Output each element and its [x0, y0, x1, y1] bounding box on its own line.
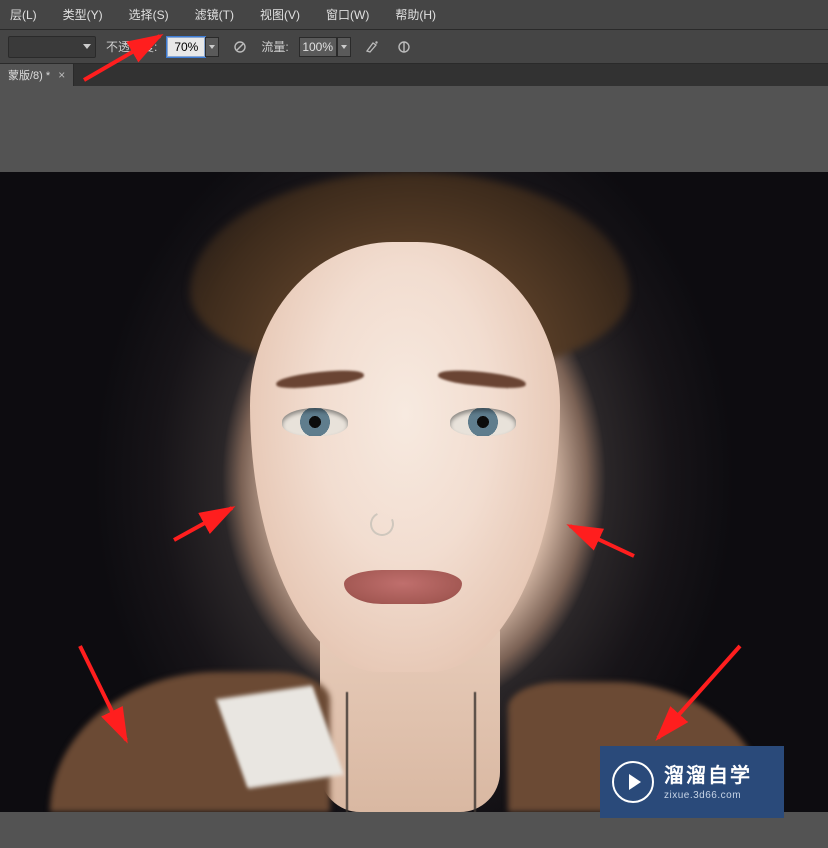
flow-label: 流量:	[261, 38, 288, 55]
watermark: 溜溜自学 zixue.3d66.com	[600, 746, 784, 818]
menu-select[interactable]: 选择(S)	[125, 2, 173, 27]
flow-control	[299, 37, 351, 57]
portrait-image	[0, 172, 828, 812]
opacity-input[interactable]	[167, 37, 205, 57]
watermark-text: 溜溜自学 zixue.3d66.com	[664, 763, 752, 802]
portrait-necklace	[346, 692, 476, 812]
flow-input[interactable]	[299, 37, 337, 57]
opacity-dropdown[interactable]	[205, 37, 219, 57]
document-tab[interactable]: 蒙版/8) * ×	[0, 64, 74, 86]
brush-preset-picker[interactable]	[8, 36, 96, 58]
airbrush-icon[interactable]	[361, 36, 383, 58]
document-tab-title: 蒙版/8) *	[8, 67, 50, 83]
menu-filter[interactable]: 滤镜(T)	[191, 2, 238, 27]
document-tab-close[interactable]: ×	[58, 68, 65, 82]
pressure-opacity-icon[interactable]	[229, 36, 251, 58]
portrait-lips	[344, 570, 462, 604]
menu-bar: 层(L) 类型(Y) 选择(S) 滤镜(T) 视图(V) 窗口(W) 帮助(H)	[0, 0, 828, 30]
play-circle-icon	[612, 761, 654, 803]
opacity-label: 不透明度:	[106, 38, 157, 55]
menu-window[interactable]: 窗口(W)	[322, 2, 373, 27]
canvas-area[interactable]	[0, 86, 828, 848]
menu-help[interactable]: 帮助(H)	[391, 2, 440, 27]
opacity-control	[167, 37, 219, 57]
menu-view[interactable]: 视图(V)	[256, 2, 304, 27]
portrait-eye	[450, 408, 516, 436]
menu-type[interactable]: 类型(Y)	[59, 2, 107, 27]
pressure-size-icon[interactable]	[393, 36, 415, 58]
flow-dropdown[interactable]	[337, 37, 351, 57]
document-tab-bar: 蒙版/8) * ×	[0, 64, 828, 86]
tablet-pressure-icon	[232, 39, 248, 55]
portrait-eye	[282, 408, 348, 436]
tablet-size-icon	[396, 39, 412, 55]
watermark-sub: zixue.3d66.com	[664, 789, 752, 802]
options-bar: 不透明度: 流量:	[0, 30, 828, 64]
airbrush-glyph-icon	[364, 39, 380, 55]
menu-layer[interactable]: 层(L)	[6, 2, 41, 27]
watermark-title: 溜溜自学	[664, 763, 752, 789]
portrait-face	[250, 242, 560, 672]
